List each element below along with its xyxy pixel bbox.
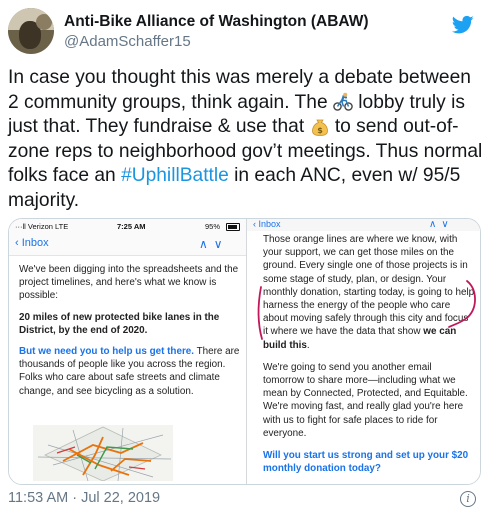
email-highlight: But we need you to help us get there.	[19, 346, 195, 358]
tweet-timestamp[interactable]: 11:53 AM · Jul 22, 2019	[8, 490, 160, 506]
avatar-head	[36, 14, 52, 30]
inbox-back-button-right[interactable]: ‹ Inbox	[253, 219, 281, 229]
right-email-screenshot[interactable]: ‹ Inbox ∧∨ Those orange lines are where …	[246, 219, 480, 484]
author-handle[interactable]: @AdamSchaffer15	[64, 33, 191, 50]
svg-text:$: $	[317, 126, 323, 135]
email-paragraph-r1-end: .	[306, 339, 310, 351]
avatar[interactable]	[8, 8, 54, 54]
chevron-left-icon: ‹	[253, 219, 256, 229]
info-icon[interactable]: i	[460, 491, 476, 507]
money-bag-emoji: $	[311, 119, 328, 137]
battery-icon	[226, 223, 240, 231]
carrier-label: ···ll Verizon LTE	[15, 222, 69, 231]
mail-nav-icons[interactable]: ∧∨	[199, 237, 229, 251]
chevron-left-icon: ‹	[15, 237, 19, 249]
hashtag-link[interactable]: #UphillBattle	[121, 165, 229, 186]
inbox-label: Inbox	[21, 237, 49, 249]
left-email-screenshot[interactable]: ···ll Verizon LTE 7:25 AM 95% ‹ Inbox ∧∨…	[9, 219, 251, 484]
email-body-left: We've been digging into the spreadsheets…	[19, 263, 241, 406]
email-paragraph-r1: Those orange lines are where we know, wi…	[263, 233, 475, 352]
email-paragraph-1: We've been digging into the spreadsheets…	[19, 264, 239, 302]
mail-toolbar: ‹ Inbox ∧∨	[9, 233, 251, 256]
chevron-down-icon[interactable]: ∨	[441, 219, 453, 230]
twitter-bird-icon[interactable]	[452, 15, 474, 35]
chevron-down-icon[interactable]: ∨	[214, 237, 229, 251]
inbox-label-right: Inbox	[258, 219, 281, 229]
email-paragraph-r1-text: Those orange lines are where we know, wi…	[263, 234, 475, 338]
status-time: 7:25 AM	[117, 222, 146, 231]
mail-toolbar-right: ‹ Inbox ∧∨	[247, 219, 480, 231]
tweet-header: Anti-Bike Alliance of Washington (ABAW) …	[0, 0, 487, 60]
media-attachment[interactable]: ···ll Verizon LTE 7:25 AM 95% ‹ Inbox ∧∨…	[8, 218, 481, 485]
mail-nav-icons-right[interactable]: ∧∨	[429, 219, 454, 230]
tweet-text: In case you thought this was merely a de…	[8, 66, 483, 214]
bike-lane-map	[33, 425, 173, 481]
bicyclist-emoji	[333, 92, 353, 111]
email-paragraph-r2: We're going to send you another email to…	[263, 361, 468, 439]
battery-percent: 95%	[205, 222, 221, 231]
phone-status-bar: ···ll Verizon LTE 7:25 AM 95%	[9, 219, 251, 233]
chevron-up-icon[interactable]: ∧	[429, 219, 441, 230]
email-paragraph-r3: Will you start us strong and set up your…	[263, 450, 469, 475]
email-paragraph-3: But we need you to help us get there. Th…	[19, 345, 241, 398]
inbox-back-button[interactable]: ‹ Inbox	[15, 237, 49, 249]
email-body-right: Those orange lines are where we know, wi…	[263, 233, 475, 484]
chevron-up-icon[interactable]: ∧	[199, 237, 214, 251]
author-name[interactable]: Anti-Bike Alliance of Washington (ABAW)	[64, 13, 369, 31]
email-paragraph-2: 20 miles of new protected bike lanes in …	[19, 311, 220, 336]
